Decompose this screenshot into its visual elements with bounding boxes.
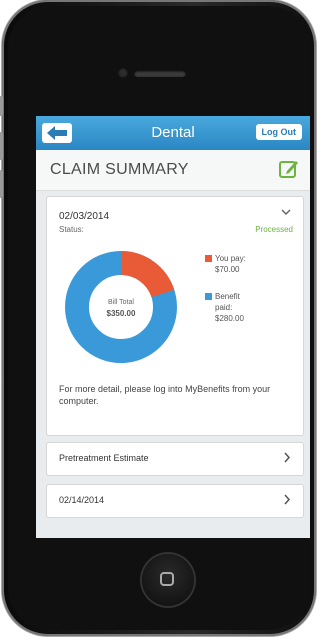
claim-date: 02/03/2014	[59, 211, 110, 222]
chevron-right-icon	[284, 494, 291, 508]
benefit-value: $280.00	[215, 314, 244, 323]
chevron-right-icon	[284, 452, 291, 466]
list-item-pretreatment[interactable]: Pretreatment Estimate	[46, 442, 304, 476]
you-pay-label: You pay:	[215, 254, 246, 263]
donut-you-pay-slice	[120, 251, 175, 298]
bill-total-value: $350.00	[107, 309, 136, 318]
nav-bar: Dental Log Out	[36, 116, 310, 150]
benefit-swatch	[205, 293, 212, 300]
you-pay-swatch	[205, 255, 212, 262]
silent-switch	[0, 96, 3, 116]
status-label: Status:	[59, 225, 84, 234]
benefit-label-line2: paid:	[215, 303, 233, 312]
claim-donut-chart: Bill Total $350.00	[65, 251, 177, 363]
earpiece-speaker	[134, 70, 186, 77]
you-pay-value: $70.00	[215, 265, 240, 274]
logout-button[interactable]: Log Out	[255, 124, 302, 140]
volume-up-button	[0, 132, 3, 160]
list-item-label: 02/14/2014	[59, 495, 105, 505]
list-item-label: Pretreatment Estimate	[59, 453, 149, 463]
title-bar: CLAIM SUMMARY	[36, 150, 310, 191]
edit-icon[interactable]	[278, 158, 300, 180]
status-value: Processed	[255, 225, 293, 234]
claim-card: 02/03/2014 Status: Processed Bill Total …	[46, 196, 304, 436]
list-item-claim-0214[interactable]: 02/14/2014	[46, 484, 304, 518]
app-screen: Dental Log Out CLAIM SUMMARY 02/03/2014 …	[36, 116, 310, 538]
volume-down-button	[0, 170, 3, 198]
page-title: CLAIM SUMMARY	[50, 161, 189, 178]
legend-you-pay: You pay: $70.00	[205, 253, 246, 275]
home-button[interactable]	[142, 554, 194, 606]
benefit-label-line1: Benefit	[215, 292, 240, 301]
detail-note: For more detail, please log into MyBenef…	[59, 384, 271, 406]
home-square-icon	[160, 572, 174, 586]
legend-benefit: Benefit paid: $280.00	[205, 291, 244, 324]
bill-total-label: Bill Total	[108, 299, 134, 306]
chevron-down-icon[interactable]	[281, 207, 291, 219]
front-camera	[118, 68, 128, 78]
